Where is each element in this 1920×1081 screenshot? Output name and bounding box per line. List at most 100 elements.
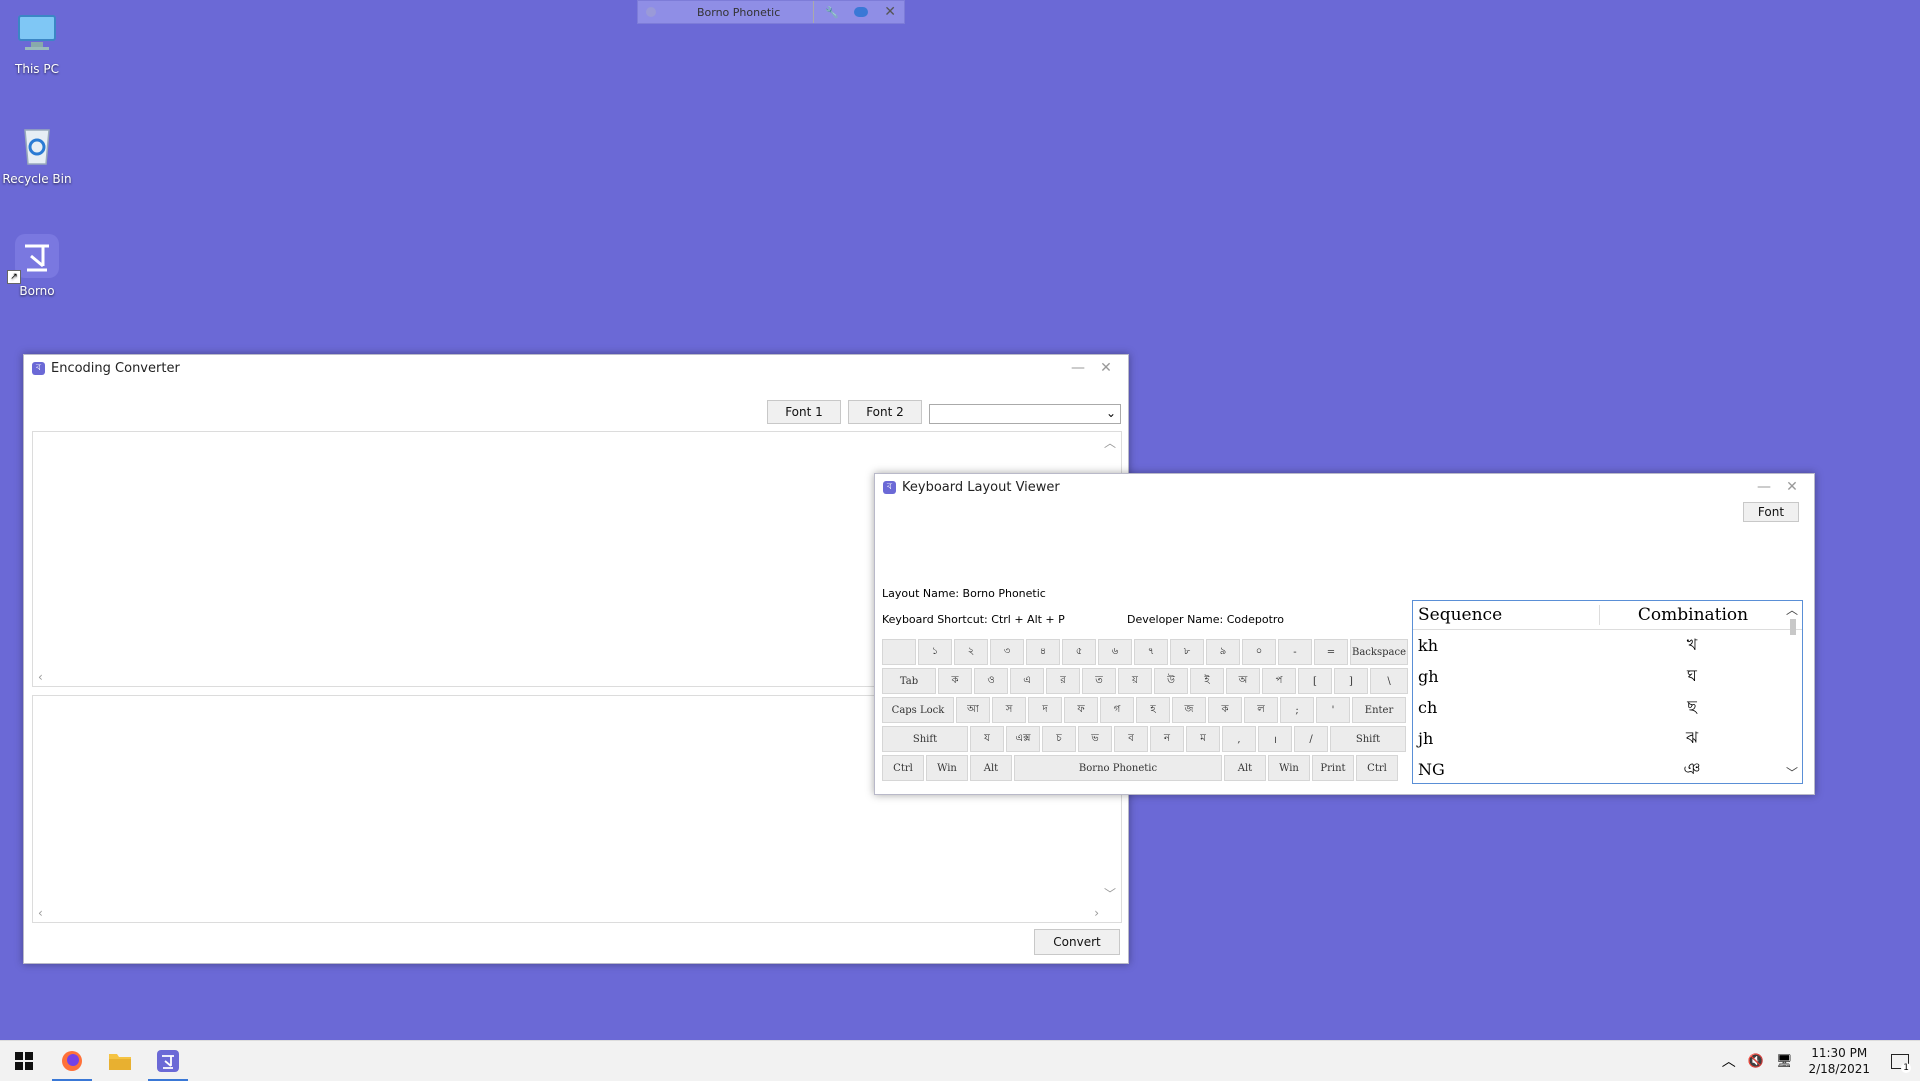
clock[interactable]: 11:30 PM 2/18/2021 (1808, 1045, 1870, 1077)
scroll-up-icon[interactable]: ︿ (1104, 434, 1116, 451)
keyboard-key[interactable]: ০ (1242, 639, 1276, 665)
keyboard-key[interactable]: দ (1028, 697, 1062, 723)
desktop-icon-borno[interactable]: ↗ Borno (2, 232, 72, 298)
keyboard-key[interactable]: Enter (1352, 697, 1406, 723)
keyboard-key[interactable]: ৫ (1062, 639, 1096, 665)
keyboard-key[interactable]: Print (1312, 755, 1354, 781)
keyboard-key[interactable]: ও (974, 668, 1008, 694)
scroll-left-icon[interactable]: ‹ (38, 670, 43, 684)
network-icon[interactable]: 🖥 (1776, 1054, 1793, 1069)
sequence-table[interactable]: Sequence Combination kh খ gh ঘ ch ছ jh ঝ NG ঞ… (1412, 600, 1803, 784)
scroll-left-icon[interactable]: ‹ (38, 906, 43, 920)
minimize-icon[interactable]: — (1750, 476, 1778, 498)
title-bar[interactable]: ব Encoding Converter — ✕ (24, 355, 1128, 381)
notification-center-button[interactable]: 1 (1880, 1041, 1920, 1081)
taskbar-borno[interactable] (144, 1041, 192, 1081)
taskbar-firefox[interactable] (48, 1041, 96, 1081)
title-bar[interactable]: ব Keyboard Layout Viewer — ✕ (875, 474, 1814, 500)
keyboard-key[interactable]: ১ (918, 639, 952, 665)
column-header-sequence[interactable]: Sequence (1413, 605, 1599, 625)
keyboard-key[interactable]: চ (1042, 726, 1076, 752)
keyboard-key[interactable]: য় (1118, 668, 1152, 694)
keyboard-key[interactable]: ভ (1078, 726, 1112, 752)
scroll-down-icon[interactable]: ﹀ (1104, 885, 1116, 902)
keyboard-key[interactable]: ক (1208, 697, 1242, 723)
taskbar-file-explorer[interactable] (96, 1041, 144, 1081)
table-row[interactable]: kh খ (1413, 630, 1802, 661)
keyboard-key[interactable]: ল (1244, 697, 1278, 723)
chat-bubble-icon[interactable] (846, 1, 876, 23)
keyboard-key[interactable]: প (1262, 668, 1296, 694)
font2-button[interactable]: Font 2 (848, 400, 922, 424)
table-row[interactable]: ch ছ (1413, 692, 1802, 723)
keyboard-key[interactable]: ই (1190, 668, 1224, 694)
language-grip-icon[interactable] (638, 1, 664, 23)
table-row[interactable]: jh ঝ (1413, 723, 1802, 754)
keyboard-key[interactable]: ফ (1064, 697, 1098, 723)
keyboard-key[interactable]: Caps Lock (882, 697, 954, 723)
keyboard-key[interactable]: Backspace (1350, 639, 1408, 665)
keyboard-key[interactable]: এ (1010, 668, 1044, 694)
keyboard-key[interactable]: স (992, 697, 1026, 723)
keyboard-key[interactable]: Tab (882, 668, 936, 694)
keyboard-key[interactable]: অ (1226, 668, 1260, 694)
keyboard-key[interactable]: ত (1082, 668, 1116, 694)
scroll-right-icon[interactable]: › (1094, 906, 1099, 920)
close-icon[interactable]: ✕ (1778, 476, 1806, 498)
keyboard-key[interactable]: Alt (970, 755, 1012, 781)
keyboard-key[interactable]: Alt (1224, 755, 1266, 781)
keyboard-key[interactable]: র (1046, 668, 1080, 694)
scroll-up-icon[interactable]: ︿ (1786, 601, 1798, 618)
font1-button[interactable]: Font 1 (767, 400, 841, 424)
keyboard-key[interactable]: ৩ (990, 639, 1024, 665)
keyboard-key[interactable]: , (1222, 726, 1256, 752)
close-icon[interactable]: ✕ (876, 1, 904, 23)
settings-wrench-icon[interactable]: 🔧 (818, 1, 846, 23)
keyboard-key[interactable]: ক (938, 668, 972, 694)
keyboard-key[interactable]: ৭ (1134, 639, 1168, 665)
language-bar[interactable]: Borno Phonetic 🔧 ✕ (637, 0, 905, 24)
keyboard-key[interactable]: এক্স (1006, 726, 1040, 752)
keyboard-key[interactable] (882, 639, 916, 665)
scrollbar-thumb[interactable] (1790, 619, 1796, 635)
keyboard-key[interactable]: ন (1150, 726, 1184, 752)
keyboard-key[interactable]: ; (1280, 697, 1314, 723)
keyboard-key[interactable]: হ (1136, 697, 1170, 723)
keyboard-key[interactable]: \ (1370, 668, 1408, 694)
keyboard-key[interactable]: ৪ (1026, 639, 1060, 665)
keyboard-key[interactable]: ৯ (1206, 639, 1240, 665)
keyboard-key[interactable]: [ (1298, 668, 1332, 694)
keyboard-key[interactable]: ২ (954, 639, 988, 665)
table-row[interactable]: gh ঘ (1413, 661, 1802, 692)
keyboard-key[interactable]: ৬ (1098, 639, 1132, 665)
keyboard-key[interactable]: জ (1172, 697, 1206, 723)
keyboard-key[interactable]: = (1314, 639, 1348, 665)
column-header-combination[interactable]: Combination (1599, 605, 1786, 625)
keyboard-key[interactable]: ' (1316, 697, 1350, 723)
convert-button[interactable]: Convert (1034, 929, 1120, 955)
keyboard-key[interactable]: । (1258, 726, 1292, 752)
keyboard-key[interactable]: ম (1186, 726, 1220, 752)
desktop-icon-recycle-bin[interactable]: Recycle Bin (2, 120, 72, 186)
keyboard-key[interactable]: Shift (882, 726, 968, 752)
start-button[interactable] (0, 1041, 48, 1081)
keyboard-key[interactable]: য (970, 726, 1004, 752)
keyboard-key[interactable]: উ (1154, 668, 1188, 694)
minimize-icon[interactable]: — (1064, 357, 1092, 379)
table-row[interactable]: NG ঞ (1413, 754, 1802, 783)
keyboard-key[interactable]: ব (1114, 726, 1148, 752)
chevron-up-icon[interactable]: ︿ (1722, 1051, 1736, 1071)
keyboard-key[interactable]: Ctrl (1356, 755, 1398, 781)
keyboard-key[interactable]: ৮ (1170, 639, 1204, 665)
keyboard-key[interactable]: গ (1100, 697, 1134, 723)
keyboard-key[interactable]: Borno Phonetic (1014, 755, 1222, 781)
volume-muted-icon[interactable]: 🔇 (1748, 1054, 1764, 1069)
layout-name-label[interactable]: Borno Phonetic (664, 1, 813, 23)
keyboard-key[interactable]: ] (1334, 668, 1368, 694)
keyboard-key[interactable]: Ctrl (882, 755, 924, 781)
desktop-icon-this-pc[interactable]: This PC (2, 10, 72, 76)
keyboard-key[interactable]: Shift (1330, 726, 1406, 752)
keyboard-key[interactable]: Win (926, 755, 968, 781)
close-icon[interactable]: ✕ (1092, 357, 1120, 379)
scroll-down-icon[interactable]: ﹀ (1786, 764, 1798, 781)
